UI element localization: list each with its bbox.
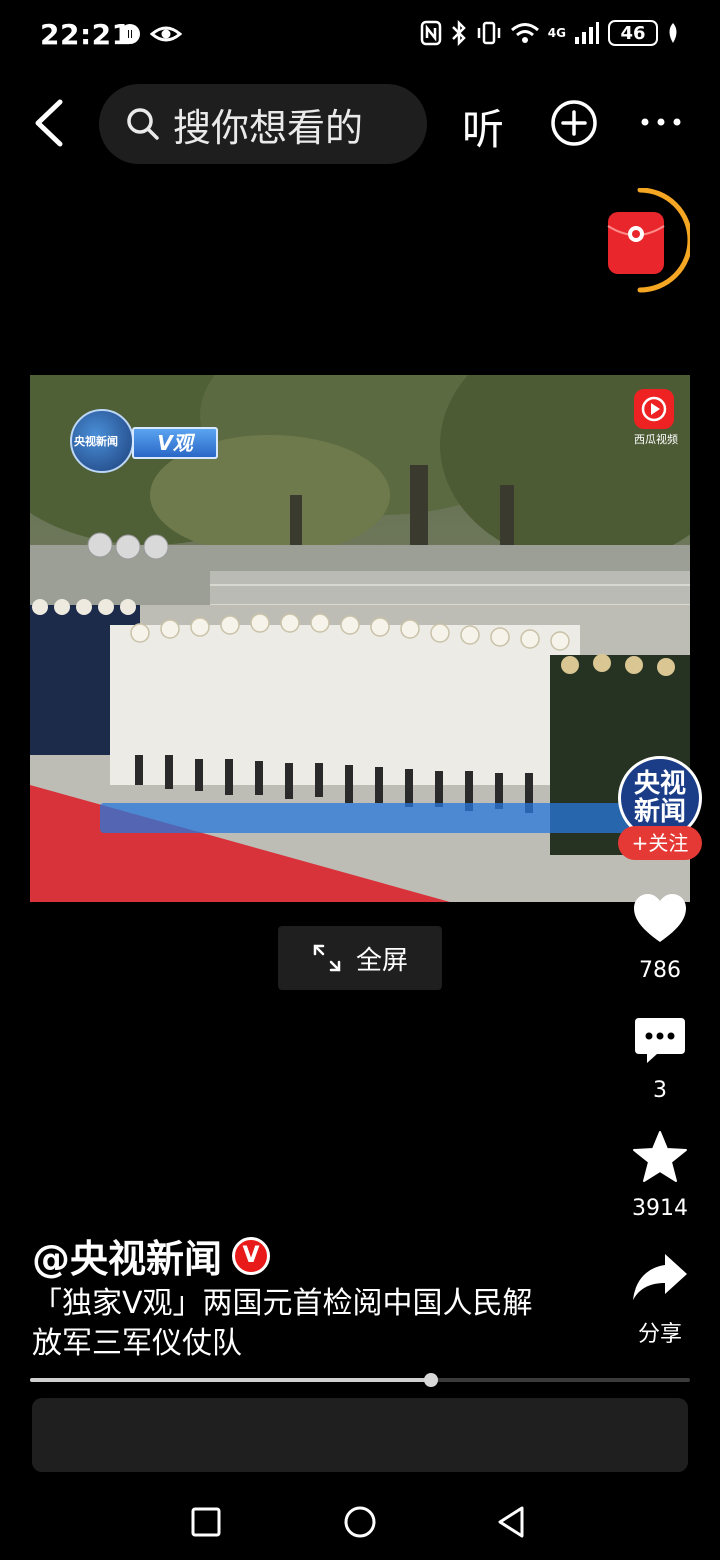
xigua-logo-icon	[634, 389, 674, 429]
share-icon	[633, 1254, 687, 1300]
share-button[interactable]: 分享	[620, 1252, 700, 1348]
add-icon[interactable]	[550, 99, 598, 147]
wifi-icon	[510, 23, 539, 43]
network-label: 4G	[547, 26, 566, 40]
home-icon[interactable]	[342, 1504, 378, 1540]
vguan-tag: V观	[132, 427, 218, 459]
listen-button[interactable]: 听	[462, 96, 504, 157]
video-caption-bar	[100, 803, 640, 833]
more-icon[interactable]	[638, 102, 684, 142]
red-packet-icon[interactable]	[600, 188, 690, 294]
fullscreen-button[interactable]: 全屏	[278, 926, 442, 990]
signal-icon	[575, 22, 599, 44]
cctv-label: 央视新闻	[74, 435, 118, 448]
post-description: 「独家V观」两国元首检阅中国人民解放军三军仪仗队	[32, 1286, 533, 1361]
back-nav-icon[interactable]	[494, 1504, 530, 1540]
battery-indicator: 46	[608, 20, 658, 46]
recents-icon[interactable]	[188, 1504, 224, 1540]
comment-input[interactable]	[32, 1398, 688, 1472]
svg-text:ll: ll	[127, 28, 133, 41]
progress-knob[interactable]	[424, 1373, 439, 1387]
eye-icon	[150, 26, 182, 42]
star-icon	[633, 1131, 687, 1182]
verified-badge: V	[232, 1236, 271, 1275]
heart-icon	[634, 894, 686, 942]
comment-count: 3	[653, 1078, 667, 1103]
author-name[interactable]: @央视新闻 V	[32, 1228, 271, 1283]
system-nav-bar	[0, 1480, 720, 1560]
back-icon[interactable]	[28, 96, 72, 150]
search-icon	[127, 108, 159, 140]
comment-icon	[635, 1018, 685, 1063]
share-label: 分享	[637, 1322, 682, 1347]
like-count: 786	[639, 958, 681, 983]
progress-fill	[30, 1378, 432, 1382]
nfc-icon	[420, 20, 442, 46]
notification-badge-icon: ll	[120, 24, 140, 44]
vibrate-icon	[477, 21, 501, 45]
favorite-button[interactable]: 3914	[620, 1130, 700, 1221]
expand-icon	[313, 944, 341, 972]
follow-button[interactable]: +关注	[618, 826, 702, 860]
comment-button[interactable]: 3	[620, 1016, 700, 1103]
search-input[interactable]: 搜你想看的	[99, 84, 427, 164]
video-progress-bar[interactable]	[30, 1373, 690, 1387]
status-bar: 22:21 ll 4G 46	[0, 0, 720, 70]
xigua-label: 西瓜视频	[634, 433, 678, 446]
video-player[interactable]: 央视新闻 V观 西瓜视频	[30, 375, 690, 902]
fullscreen-label: 全屏	[355, 945, 408, 976]
like-button[interactable]: 786	[620, 892, 700, 983]
search-placeholder: 搜你想看的	[173, 105, 364, 150]
top-bar: 搜你想看的 听	[0, 82, 720, 164]
favorite-count: 3914	[632, 1196, 688, 1221]
bluetooth-icon	[451, 20, 466, 46]
leaf-icon	[669, 23, 677, 43]
